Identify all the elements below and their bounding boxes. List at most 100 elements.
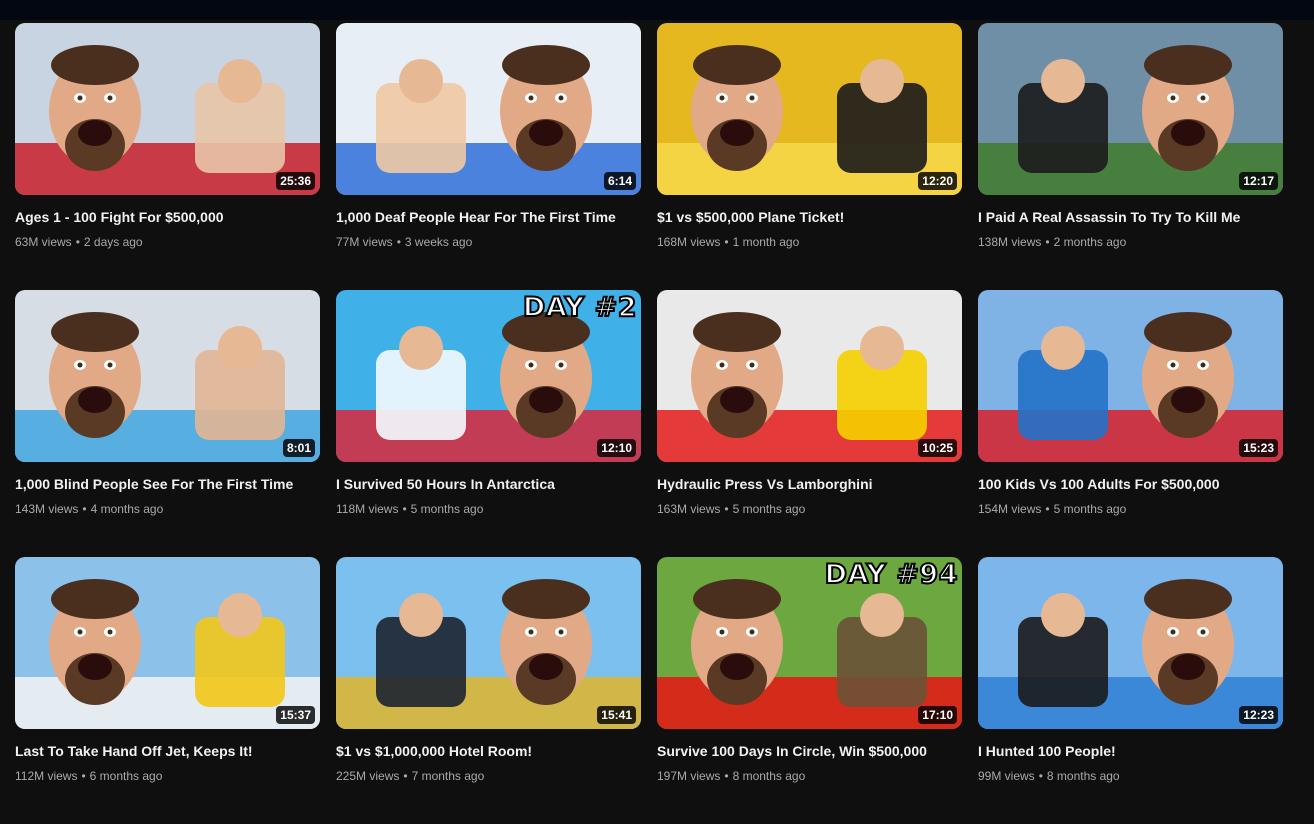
duration-badge: 15:37 <box>276 706 315 724</box>
video-thumbnail[interactable]: 12:20 <box>657 23 962 195</box>
video-thumbnail[interactable]: 15:37 <box>15 557 320 729</box>
duration-badge: 17:10 <box>918 706 957 724</box>
separator-dot: • <box>1038 769 1043 783</box>
upload-age: 8 months ago <box>732 769 806 783</box>
video-card[interactable]: 15:37 Last To Take Hand Off Jet, Keeps It… <box>15 557 320 824</box>
video-thumbnail[interactable]: 12:23 <box>978 557 1283 729</box>
upload-age: 3 weeks ago <box>404 235 473 249</box>
video-title[interactable]: I Survived 50 Hours In Antarctica <box>336 475 641 493</box>
video-title[interactable]: $1 vs $1,000,000 Hotel Room! <box>336 742 641 760</box>
video-card[interactable]: DAY #2 12:10 I Survived 50 Hours In Antarc… <box>336 290 641 557</box>
separator-dot: • <box>1045 502 1050 516</box>
video-grid: 25:36 Ages 1 - 100 Fight For $500,000 63M … <box>15 23 1283 824</box>
video-card[interactable]: DAY #94 17:10 Survive 100 Days In Circle, … <box>657 557 962 824</box>
video-card[interactable]: 6:14 1,000 Deaf People Hear For The First… <box>336 23 641 290</box>
video-title[interactable]: 100 Kids Vs 100 Adults For $500,000 <box>978 475 1283 493</box>
video-metadata: 225M views • 7 months ago <box>336 768 641 784</box>
upload-age: 7 months ago <box>411 769 485 783</box>
thumbnail-image <box>336 23 641 195</box>
view-count: 225M views <box>336 769 400 783</box>
video-card[interactable]: 25:36 Ages 1 - 100 Fight For $500,000 63M … <box>15 23 320 290</box>
separator-dot: • <box>724 769 729 783</box>
thumbnail-image <box>657 23 962 195</box>
thumbnail-image <box>657 290 962 462</box>
video-metadata: 77M views • 3 weeks ago <box>336 234 641 250</box>
video-title[interactable]: Survive 100 Days In Circle, Win $500,000 <box>657 742 962 760</box>
video-title[interactable]: 1,000 Blind People See For The First Tim… <box>15 475 320 493</box>
duration-badge: 15:41 <box>597 706 636 724</box>
separator-dot: • <box>724 235 729 249</box>
video-thumbnail[interactable]: 12:17 <box>978 23 1283 195</box>
video-thumbnail[interactable]: 8:01 <box>15 290 320 462</box>
duration-badge: 12:10 <box>597 439 636 457</box>
video-metadata: 143M views • 4 months ago <box>15 501 320 517</box>
view-count: 118M views <box>336 502 399 516</box>
view-count: 197M views <box>657 769 721 783</box>
thumbnail-image <box>15 23 320 195</box>
view-count: 138M views <box>978 235 1042 249</box>
video-card[interactable]: 15:41 $1 vs $1,000,000 Hotel Room! 225M vi… <box>336 557 641 824</box>
video-thumbnail[interactable]: 25:36 <box>15 23 320 195</box>
duration-badge: 8:01 <box>282 439 315 457</box>
video-card[interactable]: 12:17 I Paid A Real Assassin To Try To Ki… <box>978 23 1283 290</box>
separator-dot: • <box>81 769 86 783</box>
view-count: 112M views <box>15 769 78 783</box>
view-count: 143M views <box>15 502 79 516</box>
view-count: 63M views <box>15 235 72 249</box>
duration-badge: 10:25 <box>918 439 957 457</box>
video-thumbnail[interactable]: DAY #94 17:10 <box>657 557 962 729</box>
duration-badge: 6:14 <box>603 172 636 190</box>
duration-badge: 12:23 <box>1239 706 1278 724</box>
video-thumbnail[interactable]: 10:25 <box>657 290 962 462</box>
video-title[interactable]: I Hunted 100 People! <box>978 742 1283 760</box>
video-metadata: 163M views • 5 months ago <box>657 501 962 517</box>
thumbnail-image <box>978 290 1283 462</box>
upload-age: 4 months ago <box>90 502 164 516</box>
video-metadata: 118M views • 5 months ago <box>336 501 641 517</box>
separator-dot: • <box>724 502 729 516</box>
video-title[interactable]: I Paid A Real Assassin To Try To Kill Me <box>978 208 1283 226</box>
video-metadata: 112M views • 6 months ago <box>15 768 320 784</box>
thumbnail-overlay-text: DAY #94 <box>824 558 959 591</box>
upload-age: 1 month ago <box>732 235 800 249</box>
duration-badge: 12:17 <box>1239 172 1278 190</box>
separator-dot: • <box>396 235 401 249</box>
separator-dot: • <box>75 235 80 249</box>
video-card[interactable]: 8:01 1,000 Blind People See For The First… <box>15 290 320 557</box>
thumbnail-image <box>15 557 320 729</box>
duration-badge: 15:23 <box>1239 439 1278 457</box>
view-count: 77M views <box>336 235 393 249</box>
video-title[interactable]: Hydraulic Press Vs Lamborghini <box>657 475 962 493</box>
video-title[interactable]: $1 vs $500,000 Plane Ticket! <box>657 208 962 226</box>
video-card[interactable]: 12:23 I Hunted 100 People! 99M views • 8 mon… <box>978 557 1283 824</box>
video-thumbnail[interactable]: 15:23 <box>978 290 1283 462</box>
separator-dot: • <box>82 502 87 516</box>
video-thumbnail[interactable]: DAY #2 12:10 <box>336 290 641 462</box>
thumbnail-overlay-text: DAY #2 <box>522 291 638 324</box>
video-metadata: 138M views • 2 months ago <box>978 234 1283 250</box>
view-count: 154M views <box>978 502 1042 516</box>
upload-age: 8 months ago <box>1046 769 1120 783</box>
video-title[interactable]: 1,000 Deaf People Hear For The First Tim… <box>336 208 641 226</box>
upload-age: 5 months ago <box>1053 502 1127 516</box>
upload-age: 6 months ago <box>89 769 163 783</box>
video-thumbnail[interactable]: 15:41 <box>336 557 641 729</box>
video-card[interactable]: 10:25 Hydraulic Press Vs Lamborghini 163M … <box>657 290 962 557</box>
video-title[interactable]: Ages 1 - 100 Fight For $500,000 <box>15 208 320 226</box>
thumbnail-image <box>978 557 1283 729</box>
upload-age: 2 months ago <box>1053 235 1127 249</box>
view-count: 163M views <box>657 502 721 516</box>
upload-age: 5 months ago <box>732 502 806 516</box>
separator-dot: • <box>1045 235 1050 249</box>
video-thumbnail[interactable]: 6:14 <box>336 23 641 195</box>
view-count: 99M views <box>978 769 1035 783</box>
video-card[interactable]: 12:20 $1 vs $500,000 Plane Ticket! 168M vi… <box>657 23 962 290</box>
upload-age: 2 days ago <box>83 235 143 249</box>
view-count: 168M views <box>657 235 721 249</box>
video-metadata: 63M views • 2 days ago <box>15 234 320 250</box>
duration-badge: 25:36 <box>276 172 315 190</box>
video-metadata: 197M views • 8 months ago <box>657 768 962 784</box>
video-card[interactable]: 15:23 100 Kids Vs 100 Adults For $500,000… <box>978 290 1283 557</box>
video-title[interactable]: Last To Take Hand Off Jet, Keeps It! <box>15 742 320 760</box>
thumbnail-image <box>336 557 641 729</box>
